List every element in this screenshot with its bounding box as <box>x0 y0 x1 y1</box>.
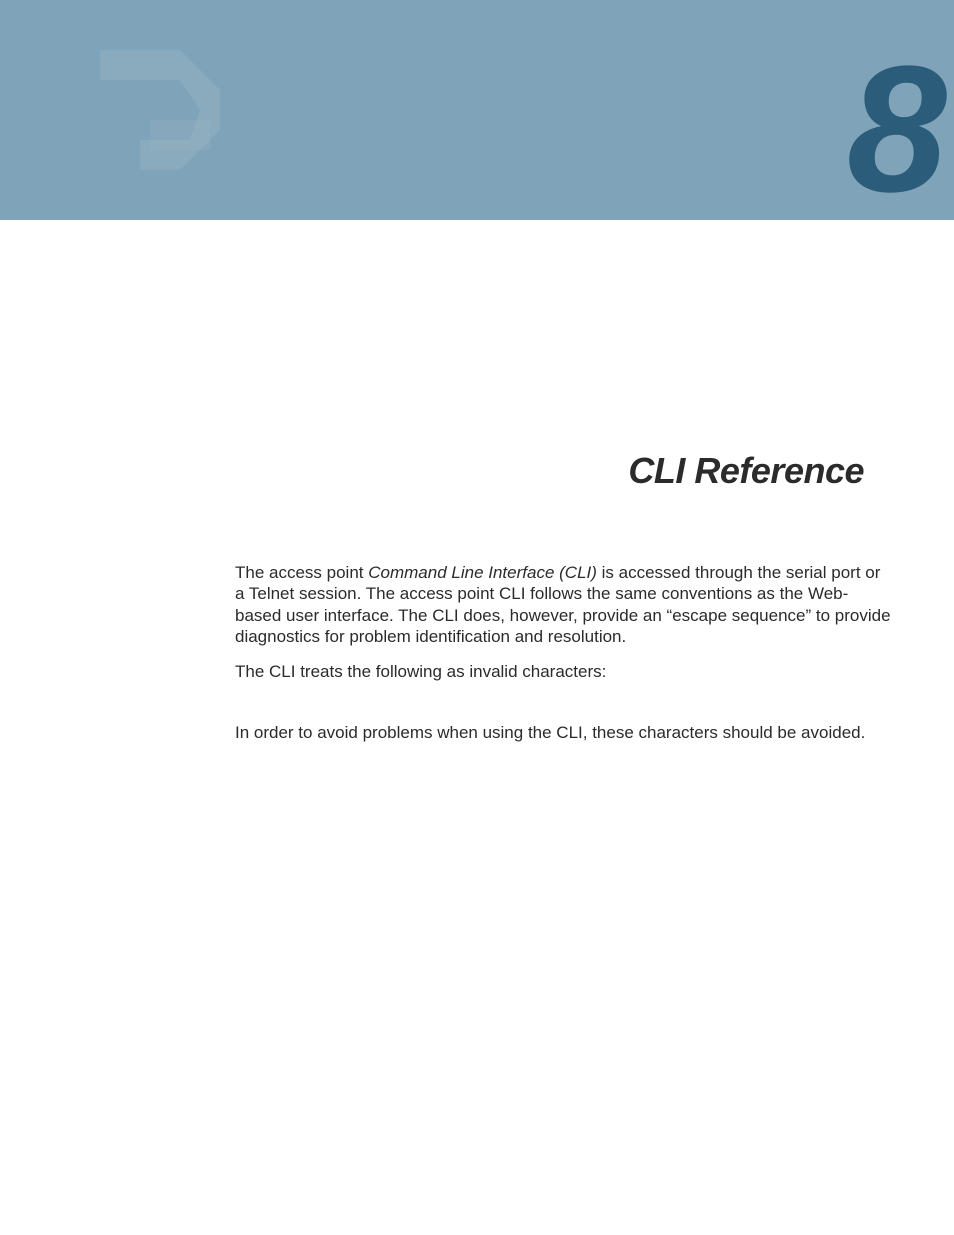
para1-pre: The access point <box>235 563 368 582</box>
paragraph-invalid-chars: The CLI treats the following as invalid … <box>235 661 894 682</box>
chapter-title: CLI Reference <box>235 450 894 492</box>
paragraph-avoid: In order to avoid problems when using th… <box>235 722 894 743</box>
content-area: CLI Reference The access point Command L… <box>0 450 954 744</box>
para1-italic-term: Command Line Interface (CLI) <box>368 563 597 582</box>
paragraph-intro: The access point Command Line Interface … <box>235 562 894 647</box>
chapter-header-band <box>0 0 954 220</box>
header-decorative-graphic <box>60 20 260 220</box>
chapter-number: 8 <box>847 40 939 220</box>
body-text: The access point Command Line Interface … <box>235 562 894 744</box>
